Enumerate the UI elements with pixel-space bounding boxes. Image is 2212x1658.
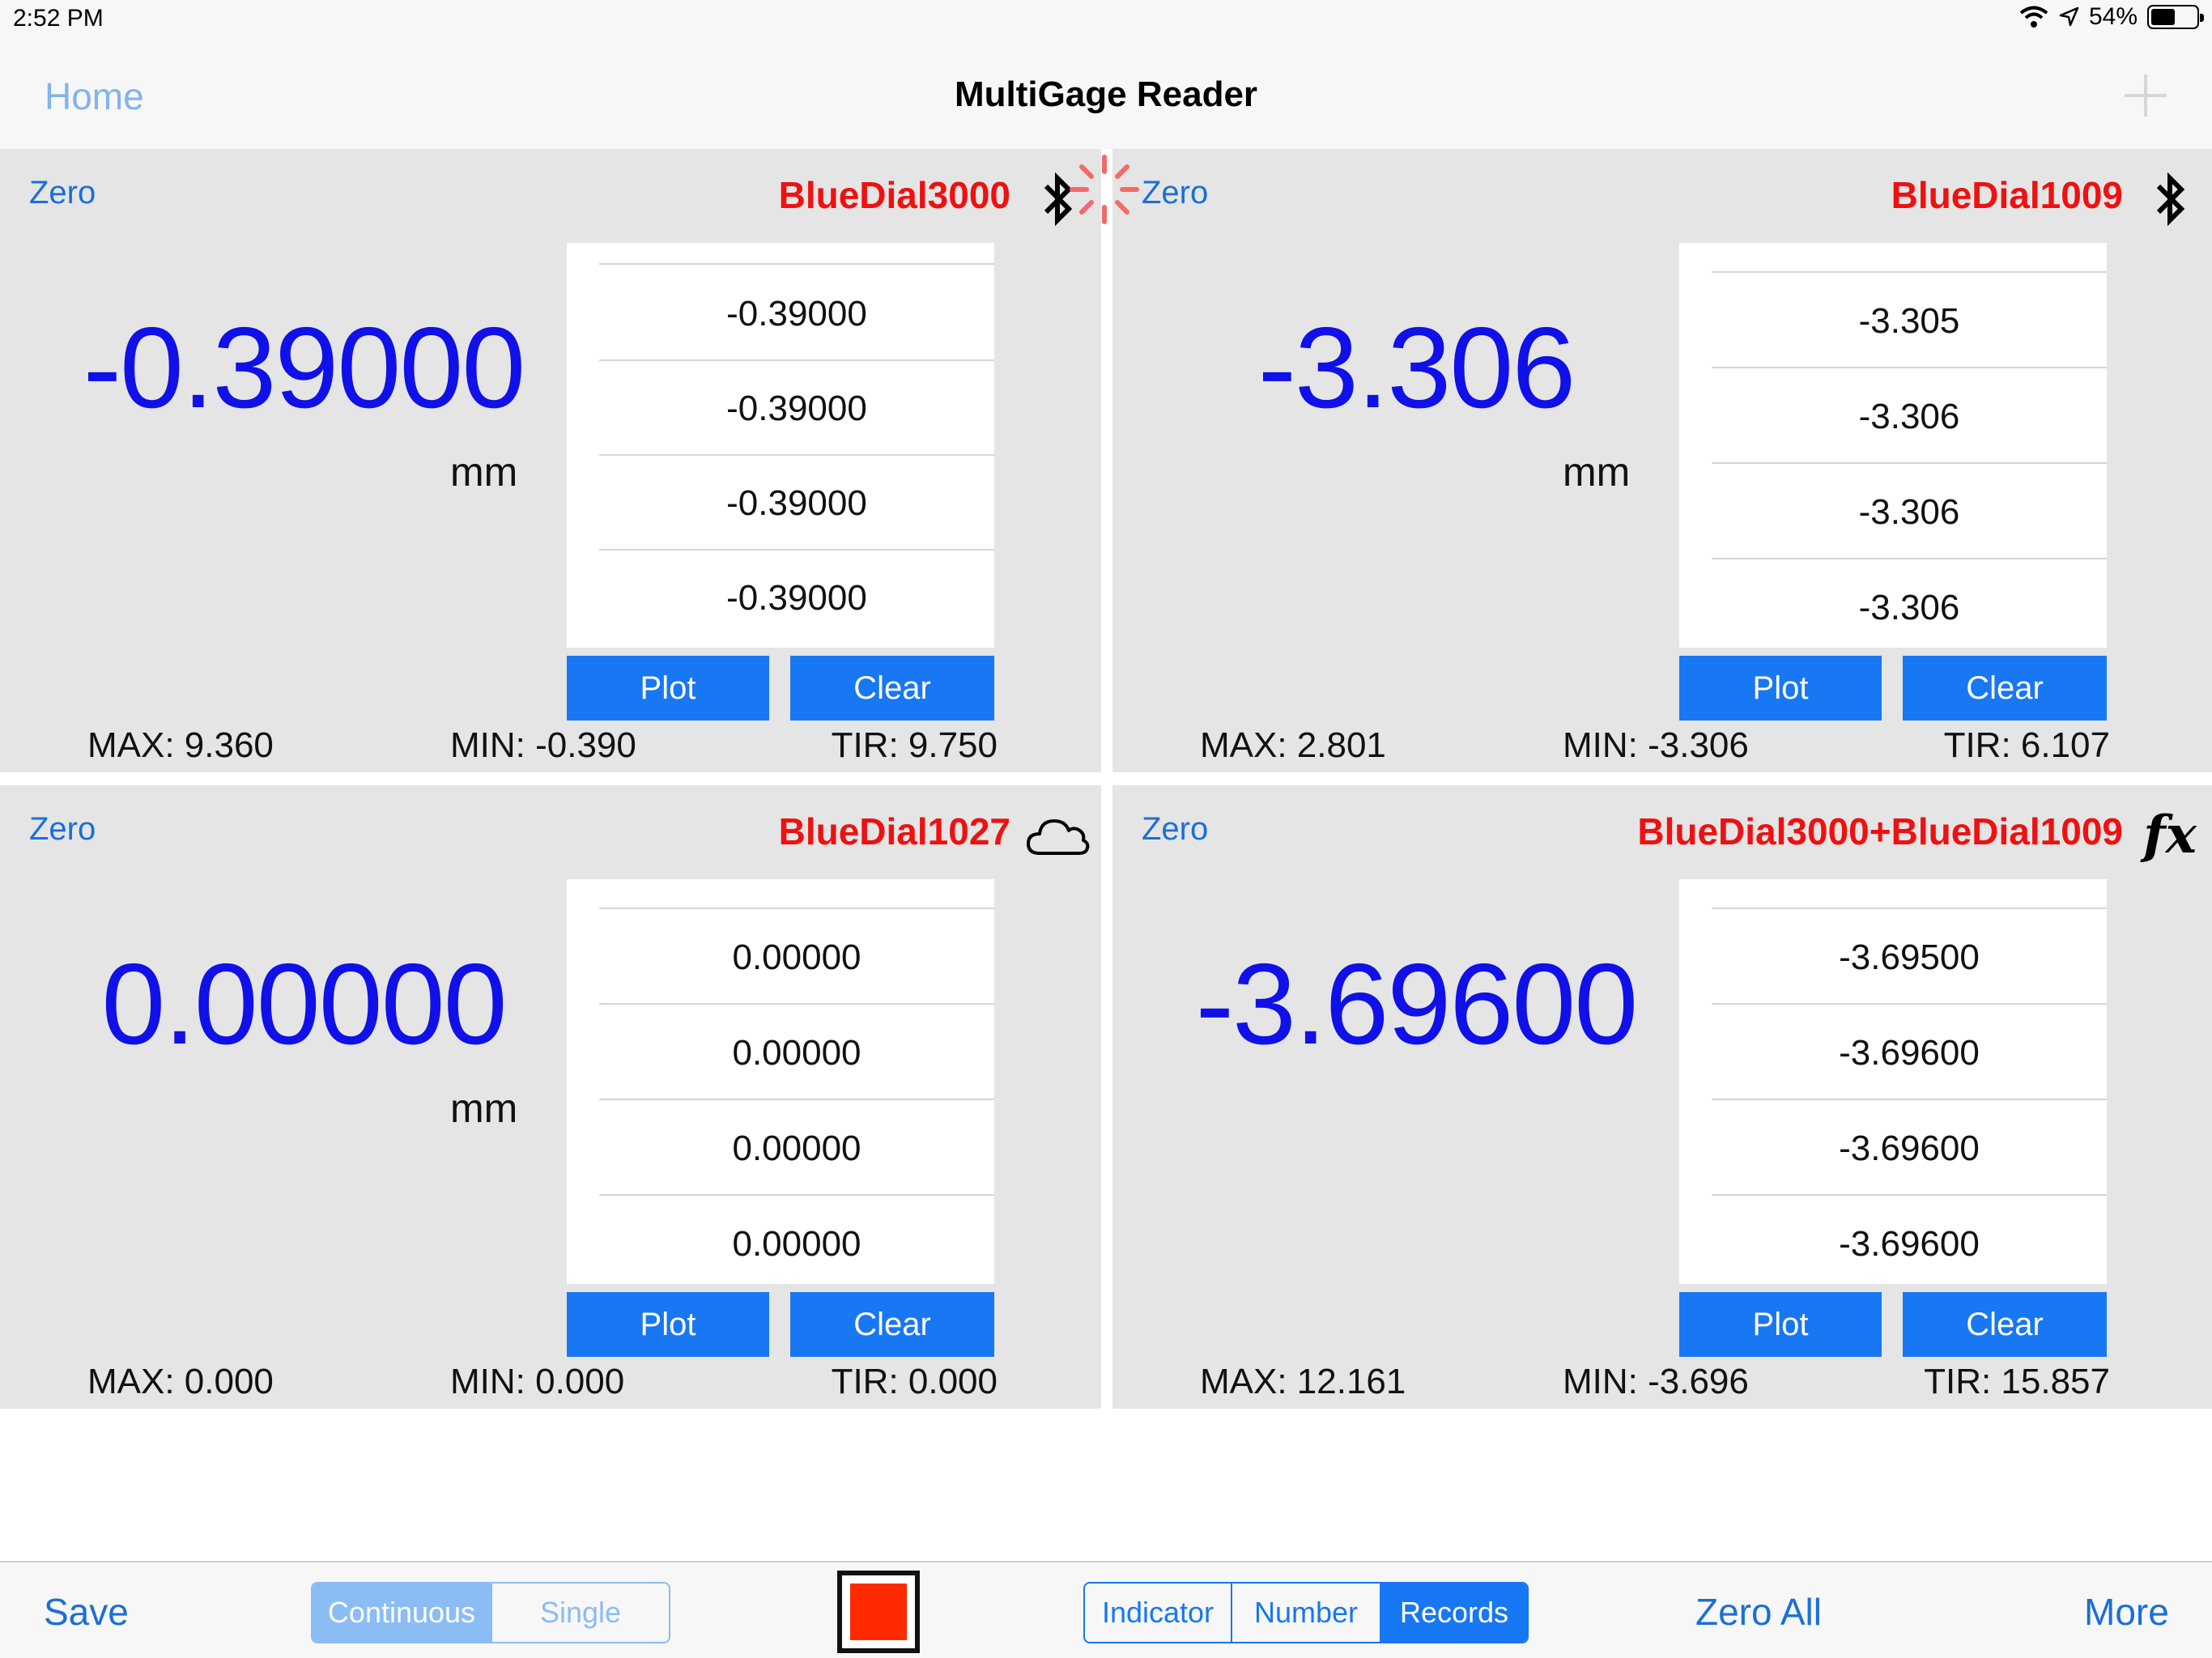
segment-number[interactable]: Number (1231, 1584, 1380, 1642)
zero-button[interactable]: Zero (1142, 811, 1208, 848)
segment-single[interactable]: Single (491, 1584, 669, 1642)
records-list[interactable]: -3.305 -3.305 -3.306 -3.306 -3.306 (1679, 243, 2107, 648)
list-item: 0.00000 (599, 910, 994, 1005)
gage-panel-bluedial3000: Zero BlueDial3000 -0.39000 mm -0.39000 -… (0, 149, 1101, 772)
loading-spinner-icon (1070, 155, 1139, 224)
max-stat: MAX: 2.801 (1200, 725, 1386, 765)
plus-icon[interactable] (2125, 74, 2167, 117)
records-list[interactable]: -0.39000 -0.39000 -0.39000 -0.39000 (567, 243, 994, 648)
plot-button[interactable]: Plot (1679, 656, 1882, 721)
bluetooth-icon[interactable] (2138, 167, 2202, 232)
segment-records[interactable]: Records (1380, 1584, 1527, 1642)
cloud-icon[interactable] (1025, 803, 1090, 868)
battery-percent: 54% (2088, 3, 2138, 30)
function-icon[interactable]: fx (2138, 803, 2202, 868)
status-time: 2:52 PM (13, 5, 104, 32)
clear-button[interactable]: Clear (790, 656, 994, 721)
max-stat: MAX: 12.161 (1200, 1362, 1406, 1401)
list-item: -3.306 (1858, 588, 1960, 627)
list-item: -0.39000 (599, 266, 994, 361)
min-stat: MIN: -0.390 (450, 725, 636, 765)
plot-button[interactable]: Plot (567, 656, 769, 721)
list-item: -3.69600 (1712, 1005, 2107, 1100)
clear-button[interactable]: Clear (1903, 1292, 2107, 1357)
list-item: 0.00000 (599, 1101, 994, 1196)
current-reading: 0.00000 (101, 940, 507, 1069)
clear-button[interactable]: Clear (1903, 656, 2107, 721)
gage-panel-formula: Zero BlueDial3000+BlueDial1009 fx -3.696… (1112, 785, 2212, 1409)
segment-continuous[interactable]: Continuous (313, 1584, 491, 1642)
more-button[interactable]: More (2084, 1590, 2169, 1634)
list-item: -0.39000 (599, 456, 994, 551)
plot-button[interactable]: Plot (1679, 1292, 1882, 1357)
max-stat: MAX: 9.360 (87, 725, 274, 765)
list-item (599, 243, 994, 265)
max-stat: MAX: 0.000 (87, 1362, 274, 1401)
unit-label: mm (450, 1086, 518, 1131)
current-reading: -3.306 (1257, 304, 1576, 432)
location-arrow-icon (2059, 6, 2079, 27)
zero-button[interactable]: Zero (1142, 175, 1208, 211)
navigation-bar: Home MultiGage Reader (0, 42, 2212, 149)
list-item: -3.69600 (1839, 1224, 1980, 1264)
records-list[interactable]: -3.69500 -3.69500 -3.69600 -3.69600 -3.6… (1679, 879, 2107, 1284)
list-item: 0.00000 (599, 879, 994, 909)
page-title: MultiGage Reader (954, 74, 1258, 114)
list-item: 0.00000 (599, 1005, 994, 1100)
unit-label: mm (450, 449, 518, 495)
min-stat: MIN: 0.000 (450, 1362, 625, 1401)
tir-stat: TIR: 15.857 (1924, 1362, 2110, 1401)
zero-button[interactable]: Zero (29, 811, 96, 848)
tir-stat: TIR: 6.107 (1943, 725, 2110, 765)
min-stat: MIN: -3.306 (1563, 725, 1749, 765)
device-name: BlueDial3000+BlueDial1009 (1637, 810, 2123, 852)
list-item: -3.69500 (1712, 910, 2107, 1005)
gage-panel-bluedial1009: Zero BlueDial1009 -3.306 mm -3.305 -3.30… (1112, 149, 2212, 772)
segment-indicator[interactable]: Indicator (1085, 1584, 1231, 1642)
clear-button[interactable]: Clear (790, 1292, 994, 1357)
list-item: -3.306 (1712, 369, 2107, 464)
stop-icon[interactable] (837, 1571, 920, 1653)
list-item: 0.00000 (732, 1224, 861, 1264)
view-segmented-control[interactable]: Indicator Number Records (1083, 1582, 1529, 1643)
records-list[interactable]: 0.00000 0.00000 0.00000 0.00000 0.00000 (567, 879, 994, 1284)
wifi-icon (2019, 6, 2048, 28)
list-item: -3.305 (1712, 243, 2107, 273)
status-icons: 54% (2019, 3, 2204, 31)
tir-stat: TIR: 9.750 (831, 725, 998, 765)
list-item: -3.305 (1712, 274, 2107, 368)
plot-button[interactable]: Plot (567, 1292, 769, 1357)
min-stat: MIN: -3.696 (1563, 1362, 1749, 1401)
zero-all-button[interactable]: Zero All (1695, 1590, 1822, 1634)
mode-segmented-control[interactable]: Continuous Single (311, 1582, 670, 1643)
battery-icon (2147, 5, 2204, 29)
list-item: -3.69600 (1712, 1101, 2107, 1196)
device-name: BlueDial3000 (778, 174, 1010, 216)
zero-button[interactable]: Zero (29, 175, 96, 211)
current-reading: -3.69600 (1195, 940, 1639, 1069)
status-bar: 2:52 PM 54% (0, 0, 2212, 42)
current-reading: -0.39000 (83, 304, 526, 432)
device-name: BlueDial1027 (778, 810, 1010, 852)
unit-label: mm (1563, 449, 1631, 495)
tir-stat: TIR: 0.000 (831, 1362, 998, 1401)
bottom-toolbar: Save Continuous Single Indicator Number … (0, 1561, 2212, 1658)
list-item: -3.69500 (1712, 879, 2107, 909)
list-item: -3.306 (1712, 465, 2107, 559)
device-name: BlueDial1009 (1891, 174, 2123, 216)
list-item: -0.39000 (599, 361, 994, 456)
gage-panel-bluedial1027: Zero BlueDial1027 0.00000 mm 0.00000 0.0… (0, 785, 1101, 1409)
list-item: -0.39000 (726, 578, 867, 618)
save-button[interactable]: Save (44, 1590, 129, 1634)
